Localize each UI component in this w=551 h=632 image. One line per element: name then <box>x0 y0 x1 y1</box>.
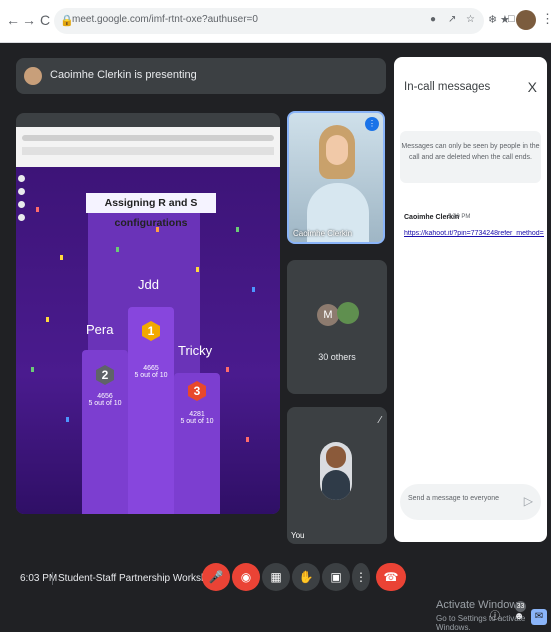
divider <box>52 572 53 585</box>
toolbar-dot <box>18 175 25 182</box>
shared-toolbar <box>18 175 26 227</box>
participant-name: Caoimhe Clerkin <box>293 229 353 238</box>
send-icon[interactable]: ▷ <box>524 494 533 508</box>
message-link[interactable]: https://kahoot.it/?pin=7734248refer_meth… <box>404 230 544 237</box>
meeting-title: Student-Staff Partnership Workshop <box>58 573 218 584</box>
confetti <box>46 317 49 322</box>
avatar <box>320 442 352 500</box>
confetti <box>236 227 239 232</box>
podium-score-first: 4665 5 out of 10 <box>131 365 171 379</box>
share-icon[interactable]: ↗ <box>448 14 456 25</box>
podium-name-first: Jdd <box>138 277 159 292</box>
score-value: 4281 <box>189 411 205 418</box>
podium-score-second: 4656 5 out of 10 <box>85 393 125 407</box>
message-input[interactable]: Send a message to everyone ▷ <box>400 484 541 520</box>
podium-score-third: 4281 5 out of 10 <box>177 411 217 425</box>
confetti <box>36 207 39 212</box>
forward-button[interactable]: → <box>22 12 36 28</box>
profile-avatar[interactable] <box>516 10 536 30</box>
activate-windows-title: Activate Windows <box>436 599 523 611</box>
podium-name-second: Pera <box>86 322 114 337</box>
mic-off-icon: ⁄ <box>379 415 381 426</box>
presenter-face <box>326 135 348 165</box>
reload-button[interactable]: C <box>38 12 52 28</box>
in-call-messages-panel: In-call messages X Messages can only be … <box>394 57 547 542</box>
shared-screen: Assigning R and S configurations Pera 2 … <box>16 113 280 514</box>
participant-tile-others[interactable]: M 30 others <box>287 260 387 394</box>
presenting-text: Caoimhe Clerkin is presenting <box>50 69 197 81</box>
back-button[interactable]: ← <box>6 12 20 28</box>
score-detail: 5 out of 10 <box>180 418 214 425</box>
more-icon: ⋮ <box>355 570 367 584</box>
confetti <box>196 267 199 272</box>
score-detail: 5 out of 10 <box>134 372 168 379</box>
message-time: 5:49 PM <box>448 214 471 220</box>
shared-bookmark-row <box>22 147 274 155</box>
meet-stage: Caoimhe Clerkin is presenting Assigning … <box>0 43 551 632</box>
chat-icon[interactable]: ✉ <box>531 609 547 625</box>
you-head <box>326 446 346 468</box>
presenting-banner: Caoimhe Clerkin is presenting <box>16 58 386 94</box>
speaking-indicator-icon: ⋮ <box>365 117 379 131</box>
avatar: M <box>317 304 339 326</box>
present-button[interactable]: ▣ <box>322 563 350 591</box>
score-detail: 5 out of 10 <box>88 400 122 407</box>
message-input-placeholder: Send a message to everyone <box>408 495 500 502</box>
browser-menu-icon[interactable]: ⋮ <box>541 11 551 27</box>
toolbar-dot <box>18 201 25 208</box>
hang-up-icon: ☎ <box>383 570 399 584</box>
confetti <box>226 367 229 372</box>
url-text: meet.google.com/imf-rtnt-oxe?authuser=0 <box>72 14 258 25</box>
present-icon: ▣ <box>330 570 342 584</box>
confetti <box>156 227 159 232</box>
chat-notice: Messages can only be seen by people in t… <box>400 131 541 183</box>
shared-browser-chrome <box>16 127 280 167</box>
close-icon[interactable]: X <box>528 79 537 95</box>
confetti <box>252 287 255 292</box>
question-title: Assigning R and S configurations <box>86 193 216 229</box>
confetti <box>31 367 34 372</box>
avatar <box>24 67 42 85</box>
others-count: 30 others <box>318 352 356 362</box>
captions-icon: ▦ <box>270 570 282 584</box>
score-value: 4656 <box>97 393 113 400</box>
toolbar-dot <box>18 188 25 195</box>
hand-icon: ✋ <box>298 570 314 584</box>
confetti <box>246 437 249 442</box>
meeting-controls-bar: 6:03 PM Student-Staff Partnership Worksh… <box>0 551 551 632</box>
kahoot-podium-screen: Assigning R and S configurations Pera 2 … <box>16 167 280 514</box>
toolbar-dot <box>18 214 25 221</box>
extension-icon[interactable]: ❄ <box>488 13 497 26</box>
leave-call-button[interactable]: ☎ <box>376 563 406 591</box>
people-count-badge: 33 <box>515 601 526 612</box>
camera-indicator-icon[interactable]: ● <box>430 14 436 25</box>
confetti <box>60 255 63 260</box>
address-bar[interactable]: 🔒 meet.google.com/imf-rtnt-oxe?authuser=… <box>54 8 484 34</box>
browser-toolbar: ← → C 🔒 meet.google.com/imf-rtnt-oxe?aut… <box>0 0 551 43</box>
captions-button[interactable]: ▦ <box>262 563 290 591</box>
participant-tile-you[interactable]: ⁄ You <box>287 407 387 544</box>
participant-tile-presenter[interactable]: ⋮ Caoimhe Clerkin <box>287 111 385 244</box>
info-icon[interactable]: ⓘ <box>487 609 503 625</box>
confetti <box>116 247 119 252</box>
score-value: 4665 <box>143 365 159 372</box>
mic-off-icon: 🎤 <box>208 570 224 584</box>
more-options-button[interactable]: ⋮ <box>352 563 370 591</box>
podium-name-third: Tricky <box>178 343 213 358</box>
confetti <box>66 417 69 422</box>
shared-tab-row <box>22 135 274 141</box>
star-icon[interactable]: ☆ <box>466 14 475 25</box>
camera-off-icon: ◉ <box>240 570 252 584</box>
avatar <box>337 302 359 324</box>
panel-title: In-call messages <box>404 81 491 93</box>
participant-name: You <box>291 531 305 540</box>
raise-hand-button[interactable]: ✋ <box>292 563 320 591</box>
you-body <box>322 470 350 500</box>
camera-toggle-button[interactable]: ◉ <box>232 563 260 591</box>
sidebar-icon[interactable]: □ <box>508 13 515 25</box>
mic-toggle-button[interactable]: 🎤 <box>202 563 230 591</box>
